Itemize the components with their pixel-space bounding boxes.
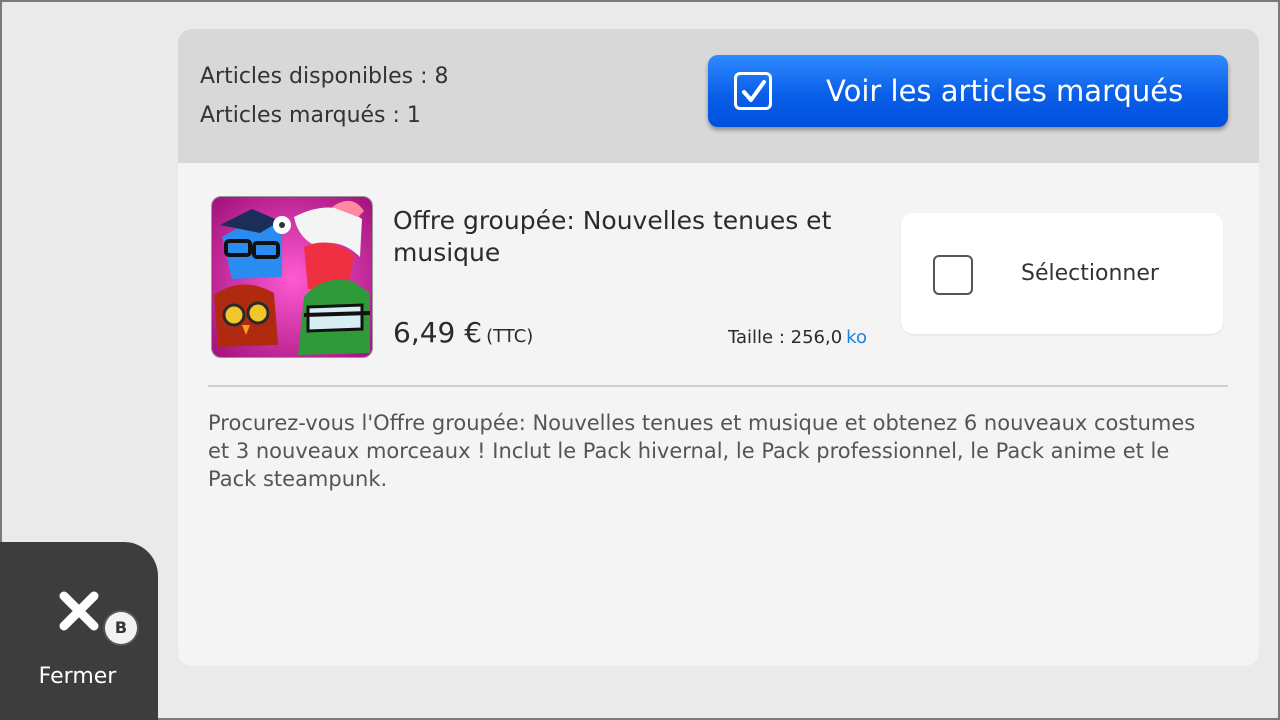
item-price: 6,49 € (TTC) xyxy=(393,316,533,349)
view-marked-items-button[interactable]: Voir les articles marqués xyxy=(708,55,1228,127)
item-description: Procurez-vous l'Offre groupée: Nouvelles… xyxy=(208,411,1196,491)
close-button[interactable]: B Fermer xyxy=(0,542,158,720)
price-value: 6,49 € xyxy=(393,316,483,349)
item-size: Taille : 256,0 ko xyxy=(728,327,867,348)
panel-header: Articles disponibles : 8 Articles marqué… xyxy=(178,29,1259,163)
item-title: Offre groupée: Nouvelles tenues et musiq… xyxy=(393,206,832,267)
checkbox-checked-icon xyxy=(734,72,772,110)
item-detail-panel: Articles disponibles : 8 Articles marqué… xyxy=(178,29,1259,666)
price-tax-suffix: (TTC) xyxy=(486,326,534,347)
b-button-icon: B xyxy=(105,612,137,644)
size-unit: ko xyxy=(846,327,867,348)
close-label: Fermer xyxy=(38,664,117,689)
view-marked-items-label: Voir les articles marqués xyxy=(826,74,1184,108)
select-item-label: Sélectionner xyxy=(1021,261,1159,286)
available-count: Articles disponibles : 8 xyxy=(200,64,449,89)
bundle-thumbnail xyxy=(211,196,373,358)
close-x-icon xyxy=(59,591,99,631)
item-counts: Articles disponibles : 8 Articles marqué… xyxy=(200,57,449,135)
marked-count: Articles marqués : 1 xyxy=(200,103,421,128)
divider xyxy=(208,385,1228,387)
select-item-button[interactable]: Sélectionner xyxy=(901,213,1223,334)
size-label: Taille : 256,0 xyxy=(728,327,843,348)
checkbox-empty-icon xyxy=(933,255,973,295)
